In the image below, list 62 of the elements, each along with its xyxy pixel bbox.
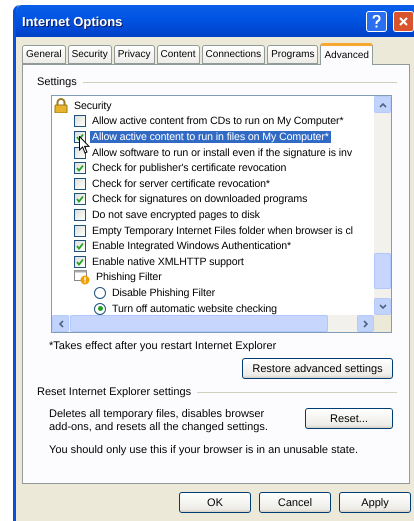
reset-button[interactable]: Reset...: [305, 408, 393, 429]
padlock-icon: [54, 98, 68, 114]
question-mark-icon: [372, 14, 381, 28]
tab[interactable]: Content: [156, 45, 200, 64]
setting-label[interactable]: Disable Phishing Filter: [110, 286, 218, 299]
vertical-scrollbar[interactable]: [374, 96, 391, 315]
dialog-button[interactable]: Apply: [339, 492, 411, 513]
tab[interactable]: Connections: [202, 45, 266, 64]
scrollbar-corner: [374, 315, 391, 332]
tab[interactable]: General: [22, 45, 66, 64]
setting-label[interactable]: Enable native XMLHTTP support: [90, 256, 246, 268]
mouse-pointer-icon: [79, 136, 90, 154]
chevron-up-icon: [378, 102, 386, 108]
checkbox[interactable]: [74, 240, 86, 252]
scroll-right-button[interactable]: [357, 315, 374, 332]
setting-label[interactable]: Security: [72, 100, 114, 112]
restore-button[interactable]: Restore advanced settings: [242, 358, 393, 379]
group-label: Reset Internet Explorer settings: [37, 386, 192, 398]
setting-label[interactable]: Enable Integrated Windows Authentication*: [90, 240, 294, 252]
chevron-left-icon: [58, 320, 64, 328]
scroll-left-button[interactable]: [52, 315, 69, 332]
warning-text: You should only use this if your browser is in an unusable state.: [49, 444, 359, 456]
dialog-button[interactable]: Cancel: [259, 492, 331, 513]
group-label: Settings: [37, 76, 77, 88]
setting-label[interactable]: Check for server certificate revocation*: [90, 178, 272, 190]
setting-label[interactable]: Allow active content from CDs to run on My Computer*: [90, 115, 346, 128]
tab[interactable]: Advanced: [320, 43, 373, 65]
checkbox[interactable]: [74, 208, 86, 221]
scrollbar-thumb[interactable]: [374, 252, 391, 288]
tab[interactable]: Security: [68, 45, 112, 64]
radio-button[interactable]: [94, 302, 106, 315]
radio-button[interactable]: [94, 286, 106, 299]
setting-label[interactable]: Allow software to run or install even if the signature is inv: [90, 146, 354, 159]
checkbox[interactable]: [74, 193, 86, 206]
tab[interactable]: Programs: [267, 45, 318, 64]
checkbox[interactable]: [74, 224, 86, 237]
scroll-down-button[interactable]: [374, 298, 391, 315]
footnote-text: *Takes effect after you restart Internet Explorer: [49, 340, 278, 352]
dialog-button[interactable]: OK: [179, 492, 251, 513]
tab[interactable]: Privacy: [114, 45, 154, 64]
scrollbar-thumb[interactable]: [70, 315, 328, 332]
setting-label[interactable]: Do not save encrypted pages to disk: [90, 208, 262, 221]
description-text: Deletes all temporary files, disables browser add-ons, and resets all the changed settings.: [49, 408, 269, 434]
setting-label[interactable]: Check for publisher's certificate revocation: [90, 162, 288, 174]
horizontal-scrollbar[interactable]: [52, 315, 374, 332]
setting-label[interactable]: Phishing Filter: [94, 271, 164, 284]
checkbox[interactable]: [74, 256, 86, 268]
window-title: Internet Options: [22, 14, 124, 28]
setting-label[interactable]: Check for signatures on downloaded programs: [90, 193, 310, 206]
setting-label[interactable]: Empty Temporary Internet Files folder when browser is cl: [90, 224, 355, 237]
setting-label[interactable]: Turn off automatic website checking: [110, 302, 279, 315]
scroll-up-button[interactable]: [374, 96, 391, 113]
close-button[interactable]: [393, 10, 414, 32]
checkbox[interactable]: [74, 162, 86, 174]
help-button[interactable]: [366, 10, 387, 32]
checkbox[interactable]: [74, 178, 86, 190]
chevron-right-icon: [362, 320, 368, 328]
checkbox[interactable]: [74, 115, 86, 128]
window-warning-icon: [74, 270, 90, 285]
chevron-down-icon: [378, 304, 386, 310]
setting-label[interactable]: Allow active content to run in files on My Computer*: [90, 130, 331, 143]
close-icon: [399, 16, 408, 26]
